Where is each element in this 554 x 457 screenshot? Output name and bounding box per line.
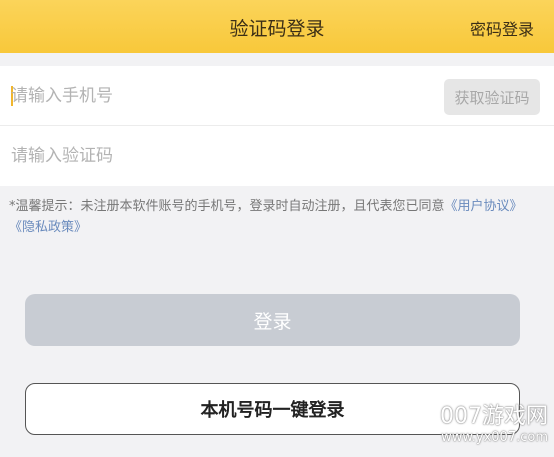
top-bar: 验证码登录 密码登录: [0, 0, 554, 53]
password-login-link[interactable]: 密码登录: [470, 16, 534, 40]
site-watermark: 007游戏网 www.yx007.com: [440, 404, 548, 446]
watermark-url: www.yx007.com: [441, 430, 548, 445]
notice-text: *温馨提示：未注册本软件账号的手机号，登录时自动注册，且代表您已同意《用户协议》…: [9, 196, 547, 238]
get-code-button[interactable]: 获取验证码: [444, 79, 540, 115]
phone-input[interactable]: [11, 66, 411, 126]
phone-row: 获取验证码: [0, 66, 554, 126]
login-form: 获取验证码: [0, 66, 554, 186]
user-agreement-link[interactable]: 《用户协议》: [445, 199, 523, 214]
code-input[interactable]: [11, 126, 411, 186]
privacy-policy-link[interactable]: 《隐私政策》: [9, 220, 87, 235]
code-row: [0, 126, 554, 186]
login-button[interactable]: 登录: [25, 294, 520, 346]
watermark-title: 007游戏网: [440, 404, 548, 429]
notice-prefix: *温馨提示：未注册本软件账号的手机号，登录时自动注册，且代表您已同意: [9, 199, 445, 214]
